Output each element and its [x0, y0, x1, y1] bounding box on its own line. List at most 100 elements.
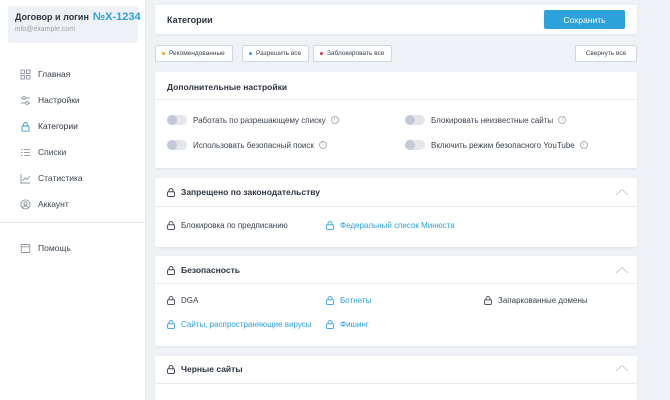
category-item-label: Блокировка по предписанию — [181, 221, 288, 230]
category-item-label: Ботнеты — [340, 296, 372, 305]
lock-icon — [326, 296, 334, 305]
sidebar-item-label: Главная — [38, 69, 71, 79]
account-number: №X-1234 — [92, 11, 141, 23]
divider — [155, 206, 637, 207]
info-icon[interactable]: i — [579, 141, 588, 149]
user-icon — [20, 198, 31, 210]
category-title: Безопасность — [181, 265, 240, 275]
safe-search-setting: Использовать безопасный поиск i — [167, 140, 327, 150]
info-icon[interactable]: i — [330, 116, 339, 124]
sidebar-item-lists[interactable]: Списки — [0, 139, 145, 165]
toggle-knob — [167, 115, 177, 125]
toggle-knob — [405, 140, 415, 150]
lock-icon — [167, 320, 175, 329]
divider — [155, 99, 637, 100]
chevron-up-icon[interactable] — [615, 266, 629, 274]
toggle-label: Включить режим безопасного YouTube — [431, 140, 575, 150]
category-item-label: Запаркованные домены — [498, 296, 588, 305]
category-header[interactable]: Запрещено по законодательству — [167, 187, 320, 197]
lock-icon — [167, 364, 175, 374]
category-title: Запрещено по законодательству — [181, 187, 321, 197]
lock-icon — [167, 296, 175, 305]
category-item-label: Сайты, распространяющие вирусы — [181, 320, 312, 329]
lock-icon — [167, 265, 175, 275]
sidebar: Договор и логин №X-1234 info@example.com… — [0, 0, 146, 400]
category-title: Черные сайты — [181, 364, 243, 374]
page-title: Категории — [167, 15, 213, 25]
sidebar-item-label: Списки — [38, 147, 67, 157]
sidebar-item-categories[interactable]: Категории — [0, 113, 145, 139]
whitelist-mode-toggle[interactable] — [167, 115, 187, 125]
chip-label: Заблокировать все — [327, 50, 385, 57]
toggle-label: Блокировать неизвестные сайты — [431, 115, 554, 125]
red-dot-icon — [320, 52, 323, 55]
sidebar-item-label: Настройки — [38, 95, 80, 105]
category-item[interactable]: Запаркованные домены — [484, 296, 588, 305]
category-item[interactable]: Блокировка по предписанию — [167, 221, 288, 230]
category-panel-law: Запрещено по законодательству Блокировка… — [155, 178, 637, 247]
divider — [155, 283, 637, 284]
safe-search-toggle[interactable] — [167, 140, 187, 150]
chip-label: Разрешить все — [256, 50, 302, 57]
info-icon[interactable]: i — [318, 141, 327, 149]
header-panel: Категории Сохранить — [155, 5, 637, 34]
toggle-knob — [405, 115, 415, 125]
divider — [155, 383, 637, 384]
filter-bar: Рекомендованные Разрешить все Заблокиров… — [155, 45, 637, 62]
lock-icon — [484, 296, 492, 305]
toggle-knob — [167, 140, 177, 150]
recommended-chip[interactable]: Рекомендованные — [155, 45, 233, 62]
sidebar-item-label: Помощь — [38, 243, 71, 253]
toggle-label: Использовать безопасный поиск — [193, 140, 314, 150]
whitelist-mode-setting: Работать по разрешающему списку i — [167, 115, 339, 125]
block-all-chip[interactable]: Заблокировать все — [313, 45, 393, 62]
toggle-label: Работать по разрешающему списку — [193, 115, 326, 125]
category-item[interactable]: Ботнеты — [326, 296, 371, 305]
lock-icon — [20, 121, 31, 132]
sidebar-item-label: Статистика — [38, 173, 83, 183]
sidebar-divider — [0, 222, 145, 223]
block-unknown-toggle[interactable] — [405, 115, 425, 125]
chip-label: Рекомендованные — [169, 50, 225, 57]
chevron-up-icon[interactable] — [615, 188, 629, 196]
sidebar-item-help[interactable]: Помощь — [0, 235, 145, 261]
allow-all-chip[interactable]: Разрешить все — [242, 45, 310, 62]
sidebar-nav: Главная Настройки Категории Списки Стати… — [0, 61, 145, 217]
category-item[interactable]: Фишинг — [326, 320, 369, 329]
save-button[interactable]: Сохранить — [544, 10, 625, 29]
category-item[interactable]: DGA — [167, 296, 198, 305]
safe-youtube-setting: Включить режим безопасного YouTube i — [405, 140, 588, 150]
blue-dot-icon — [249, 52, 252, 55]
sidebar-item-label: Категории — [38, 121, 78, 131]
chevron-up-icon[interactable] — [615, 364, 629, 372]
help-icon — [20, 243, 31, 254]
sidebar-item-home[interactable]: Главная — [0, 61, 145, 87]
info-icon[interactable]: i — [558, 116, 567, 124]
category-panel-black-sites: Черные сайты — [155, 356, 637, 400]
safe-youtube-toggle[interactable] — [405, 140, 425, 150]
chart-icon — [20, 173, 31, 184]
category-item-label: Федеральный список Минюста — [340, 221, 455, 230]
category-item[interactable]: Сайты, распространяющие вирусы — [167, 320, 312, 329]
category-header[interactable]: Черные сайты — [167, 364, 243, 374]
category-item-label: Фишинг — [340, 320, 369, 329]
advanced-settings-panel: Дополнительные настройки Работать по раз… — [155, 72, 637, 168]
lock-icon — [167, 221, 175, 230]
category-header[interactable]: Безопасность — [167, 265, 240, 275]
lock-icon — [326, 221, 334, 230]
sidebar-item-account[interactable]: Аккаунт — [0, 191, 145, 217]
grid-icon — [20, 69, 31, 80]
lock-icon — [167, 187, 175, 197]
collapse-all-button[interactable]: Свернуть все — [575, 45, 637, 62]
block-unknown-setting: Блокировать неизвестные сайты i — [405, 115, 567, 125]
sidebar-item-label: Аккаунт — [38, 199, 69, 209]
lock-icon — [326, 320, 334, 329]
account-title: Договор и логин — [15, 12, 89, 22]
account-box[interactable]: Договор и логин №X-1234 info@example.com — [8, 6, 141, 43]
orange-dot-icon — [162, 52, 165, 55]
advanced-settings-title: Дополнительные настройки — [167, 82, 288, 92]
list-icon — [20, 147, 31, 158]
sidebar-item-settings[interactable]: Настройки — [0, 87, 145, 113]
sidebar-item-statistics[interactable]: Статистика — [0, 165, 145, 191]
category-item[interactable]: Федеральный список Минюста — [326, 221, 455, 230]
